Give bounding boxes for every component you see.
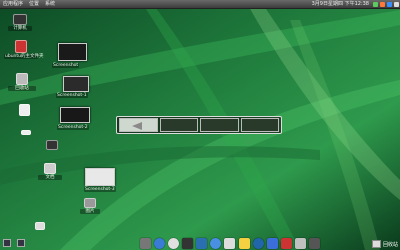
screenshot-2-label: Screenshot-2 bbox=[57, 125, 89, 130]
show-desktop-icon[interactable] bbox=[3, 239, 11, 247]
dock-icon-8[interactable] bbox=[238, 238, 250, 249]
screenshot-thumbnail-1[interactable] bbox=[63, 76, 89, 92]
screenshot-1-label: Screenshot-1 bbox=[56, 93, 88, 98]
desktop-icon-printer[interactable]: 图片 bbox=[80, 198, 100, 214]
desktop-icon-home[interactable]: ubuntu的主文件夹 bbox=[4, 40, 44, 59]
menu-places[interactable]: 位置 bbox=[26, 0, 42, 8]
dock-icon-5[interactable] bbox=[196, 238, 208, 249]
icon-label: 回收站 bbox=[8, 86, 36, 91]
document-icon bbox=[18, 104, 30, 116]
volume-icon[interactable] bbox=[387, 1, 392, 7]
dock-icon-9[interactable] bbox=[252, 238, 264, 249]
printer-icon bbox=[84, 198, 96, 208]
clock[interactable]: 3月9日星期四 下午12:38 bbox=[309, 0, 372, 8]
desktop-icon-trash[interactable]: 回收站 bbox=[8, 73, 36, 91]
network-icon[interactable] bbox=[373, 1, 378, 7]
file-icon bbox=[21, 130, 31, 135]
home-folder-icon bbox=[15, 40, 27, 53]
trash-icon bbox=[16, 73, 28, 85]
power-icon[interactable] bbox=[394, 1, 399, 7]
workspace-switcher bbox=[116, 116, 282, 134]
pointer-icon bbox=[132, 122, 142, 130]
desktop-icon-terminal[interactable] bbox=[42, 140, 62, 150]
desktop-icon-computer[interactable]: 计算机 bbox=[8, 14, 32, 31]
icon-label: 文档 bbox=[38, 175, 62, 180]
desktop-icon-desktop[interactable] bbox=[30, 222, 50, 230]
dock-icon-7[interactable] bbox=[224, 238, 236, 249]
screenshot-thumbnail-3[interactable] bbox=[85, 168, 115, 186]
screenshot-thumbnail-2[interactable] bbox=[60, 107, 90, 123]
dock-icon-2[interactable] bbox=[154, 238, 166, 249]
trash-applet-icon[interactable] bbox=[371, 240, 381, 248]
update-icon[interactable] bbox=[380, 1, 385, 7]
screenshot-3-label: Screenshot-3 bbox=[84, 187, 116, 192]
desktop-icon-documents[interactable] bbox=[14, 104, 34, 116]
dock-icon-10[interactable] bbox=[266, 238, 278, 249]
dock-icon-12[interactable] bbox=[294, 238, 306, 249]
dock-icon-6[interactable] bbox=[210, 238, 222, 249]
window-list-icon[interactable] bbox=[17, 239, 25, 247]
workspace-2[interactable] bbox=[159, 118, 198, 132]
dock-icon-11[interactable] bbox=[280, 238, 292, 249]
dock bbox=[140, 235, 320, 249]
computer-icon bbox=[13, 14, 27, 25]
desktop-folder-icon bbox=[35, 222, 45, 230]
icon-label: ubuntu的主文件夹 bbox=[4, 54, 44, 59]
dock-icon-1[interactable] bbox=[140, 238, 151, 249]
top-panel: 应用程序 位置 系统 3月9日星期四 下午12:38 bbox=[0, 0, 400, 9]
dock-icon-4[interactable] bbox=[182, 238, 194, 249]
menu-system[interactable]: 系统 bbox=[42, 0, 58, 8]
workspace-4[interactable] bbox=[240, 118, 279, 132]
folder-icon bbox=[44, 163, 56, 174]
menu-applications[interactable]: 应用程序 bbox=[0, 0, 26, 8]
terminal-icon bbox=[46, 140, 58, 150]
workspace-1[interactable] bbox=[119, 118, 158, 132]
bottom-right-tray: 回收站 bbox=[371, 240, 398, 248]
dock-icon-3[interactable] bbox=[168, 238, 180, 249]
dock-icon-13[interactable] bbox=[308, 238, 320, 249]
desktop-icon-folder[interactable]: 文档 bbox=[38, 163, 62, 180]
bottom-left-tray bbox=[0, 239, 25, 248]
workspace-3[interactable] bbox=[200, 118, 239, 132]
trash-applet-label: 回收站 bbox=[382, 241, 398, 248]
screenshot-thumbnail[interactable] bbox=[58, 43, 87, 61]
icon-label: 图片 bbox=[80, 209, 100, 214]
desktop-icon-file[interactable] bbox=[16, 130, 36, 135]
icon-label: 计算机 bbox=[8, 26, 32, 31]
screenshot-label: Screenshot bbox=[52, 63, 80, 68]
